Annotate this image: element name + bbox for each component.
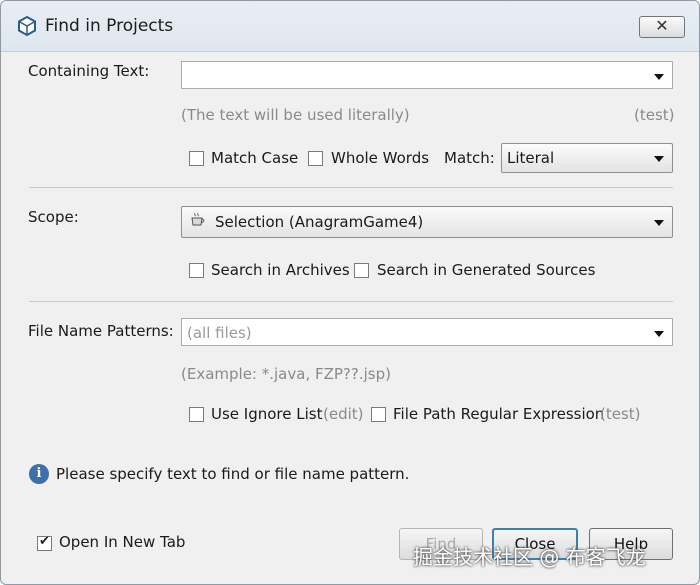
match-mode-value: Literal — [507, 149, 555, 167]
chevron-down-icon — [654, 220, 664, 226]
netbeans-cube-icon — [18, 16, 36, 36]
edit-ignore-list-link[interactable]: (edit) — [323, 405, 364, 423]
containing-text-label: Containing Text: — [28, 62, 150, 80]
chevron-down-icon[interactable] — [654, 74, 664, 80]
search-in-archives-label[interactable]: Search in Archives — [211, 261, 350, 279]
find-in-projects-dialog: Find in Projects ✕ Containing Text: (The… — [0, 0, 700, 585]
match-case-checkbox[interactable] — [189, 151, 204, 166]
open-in-new-tab-checkbox[interactable] — [37, 534, 52, 551]
chevron-down-icon[interactable] — [654, 331, 664, 337]
search-in-archives-checkbox[interactable] — [189, 263, 204, 278]
separator — [29, 301, 673, 302]
whole-words-checkbox[interactable] — [308, 151, 323, 166]
java-project-icon — [191, 212, 205, 226]
whole-words-label[interactable]: Whole Words — [331, 149, 429, 167]
literal-hint: (The text will be used literally) — [181, 106, 410, 124]
use-ignore-list-label[interactable]: Use Ignore List — [211, 405, 322, 423]
scope-label: Scope: — [28, 208, 79, 226]
file-path-regex-label[interactable]: File Path Regular Expression — [393, 405, 604, 423]
chevron-down-icon — [654, 156, 664, 162]
scope-value: Selection (AnagramGame4) — [215, 213, 424, 231]
match-mode-select[interactable]: Literal — [501, 143, 673, 173]
search-in-generated-sources-label[interactable]: Search in Generated Sources — [377, 261, 595, 279]
open-in-new-tab-label[interactable]: Open In New Tab — [59, 533, 185, 551]
test-link[interactable]: (test) — [634, 106, 675, 124]
watermark: 掘金技术社区 @ 布客飞龙 — [413, 545, 646, 569]
file-name-patterns-input[interactable]: (all files) — [181, 318, 673, 346]
search-in-generated-sources-checkbox[interactable] — [354, 263, 369, 278]
containing-text-input[interactable] — [181, 61, 673, 89]
info-icon: i — [29, 464, 49, 484]
file-path-regex-checkbox[interactable] — [371, 407, 386, 422]
title-bar[interactable]: Find in Projects ✕ — [1, 1, 699, 52]
file-name-patterns-placeholder: (all files) — [187, 324, 252, 342]
close-icon: ✕ — [655, 16, 669, 35]
use-ignore-list-checkbox[interactable] — [189, 407, 204, 422]
match-label: Match: — [444, 149, 495, 167]
info-message: Please specify text to find or file name… — [56, 465, 410, 483]
dialog-title: Find in Projects — [45, 16, 174, 36]
close-window-button[interactable]: ✕ — [639, 16, 685, 38]
test-regex-link[interactable]: (test) — [600, 405, 641, 423]
file-name-patterns-label: File Name Patterns: — [28, 322, 174, 340]
match-case-label[interactable]: Match Case — [211, 149, 298, 167]
file-pattern-example: (Example: *.java, FZP??.jsp) — [181, 365, 391, 383]
scope-select[interactable]: Selection (AnagramGame4) — [181, 206, 673, 238]
separator — [29, 187, 673, 188]
